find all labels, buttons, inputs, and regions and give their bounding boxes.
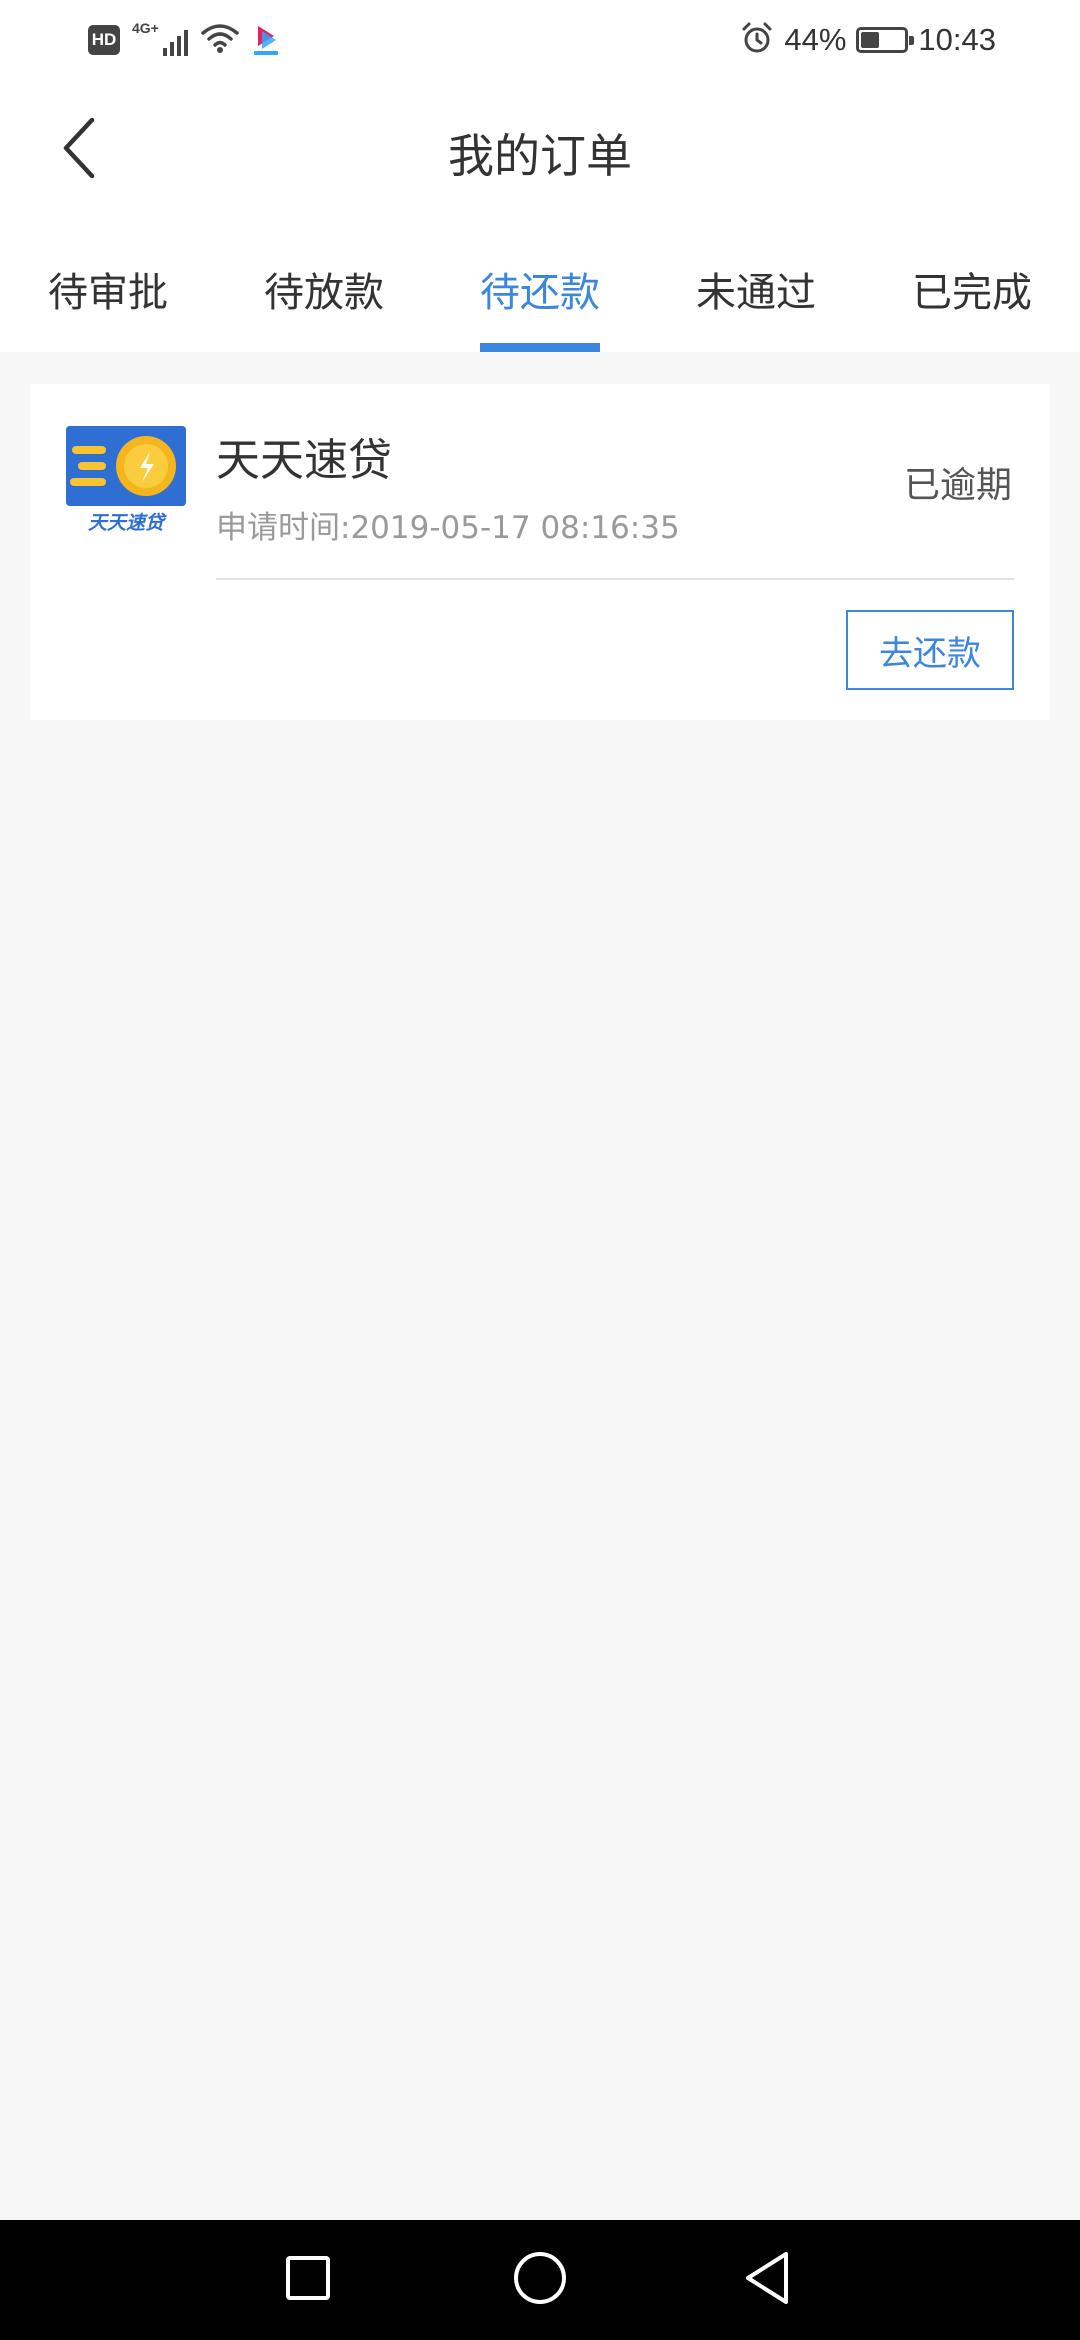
screen: HD 4G+ 44% 10:43 我的订单 待审批 待放款 待还款 未通过 已完…	[0, 0, 1080, 2340]
tab-pending-approval[interactable]: 待审批	[0, 220, 216, 352]
hd-badge: HD	[88, 25, 120, 55]
tab-label: 未通过	[696, 270, 816, 316]
order-status: 已逾期	[903, 465, 1012, 506]
tab-rejected[interactable]: 未通过	[648, 220, 864, 352]
order-tabs: 待审批 待放款 待还款 未通过 已完成	[0, 220, 1080, 352]
recents-button[interactable]	[276, 2248, 340, 2312]
wifi-icon	[200, 22, 240, 58]
lender-logo: 天天速贷	[66, 426, 186, 534]
apply-time: 申请时间:2019-05-17 08:16:35	[216, 510, 680, 546]
order-card[interactable]: 天天速贷 天天速贷 申请时间:2019-05-17 08:16:35 已逾期 去…	[30, 384, 1050, 720]
status-bar-left: HD 4G+	[88, 20, 280, 60]
active-tab-indicator	[480, 343, 600, 352]
status-bar-right: 44% 10:43	[740, 18, 996, 62]
system-nav-bar	[0, 2220, 1080, 2340]
youku-icon	[252, 23, 280, 57]
signal-icon: 4G+	[132, 20, 188, 60]
coin-logo-icon	[66, 426, 186, 506]
lender-name: 天天速贷	[216, 435, 392, 486]
tab-pending-disbursement[interactable]: 待放款	[216, 220, 432, 352]
tab-completed[interactable]: 已完成	[864, 220, 1080, 352]
status-bar: HD 4G+ 44% 10:43	[0, 0, 1080, 80]
tab-label: 待审批	[48, 270, 168, 316]
page-title: 我的订单	[448, 129, 632, 183]
home-button[interactable]	[508, 2248, 572, 2312]
nav-back-button[interactable]	[736, 2248, 800, 2312]
battery-fill	[861, 32, 880, 48]
network-type-label: 4G+	[132, 20, 159, 36]
status-time: 10:43	[918, 22, 996, 57]
tab-label: 待放款	[264, 270, 384, 316]
tab-label: 待还款	[480, 270, 600, 316]
battery-percent: 44%	[784, 22, 847, 57]
battery-icon	[856, 27, 915, 53]
card-divider	[216, 578, 1014, 580]
tab-label: 已完成	[912, 270, 1032, 316]
repay-button[interactable]: 去还款	[846, 610, 1014, 690]
alarm-icon	[740, 21, 774, 59]
tab-pending-repayment[interactable]: 待还款	[432, 220, 648, 352]
title-bar: 我的订单	[0, 80, 1080, 220]
logo-text: 天天速贷	[87, 512, 164, 534]
recents-square-icon	[284, 2254, 332, 2306]
back-triangle-icon	[742, 2250, 794, 2310]
home-circle-icon	[512, 2250, 568, 2310]
